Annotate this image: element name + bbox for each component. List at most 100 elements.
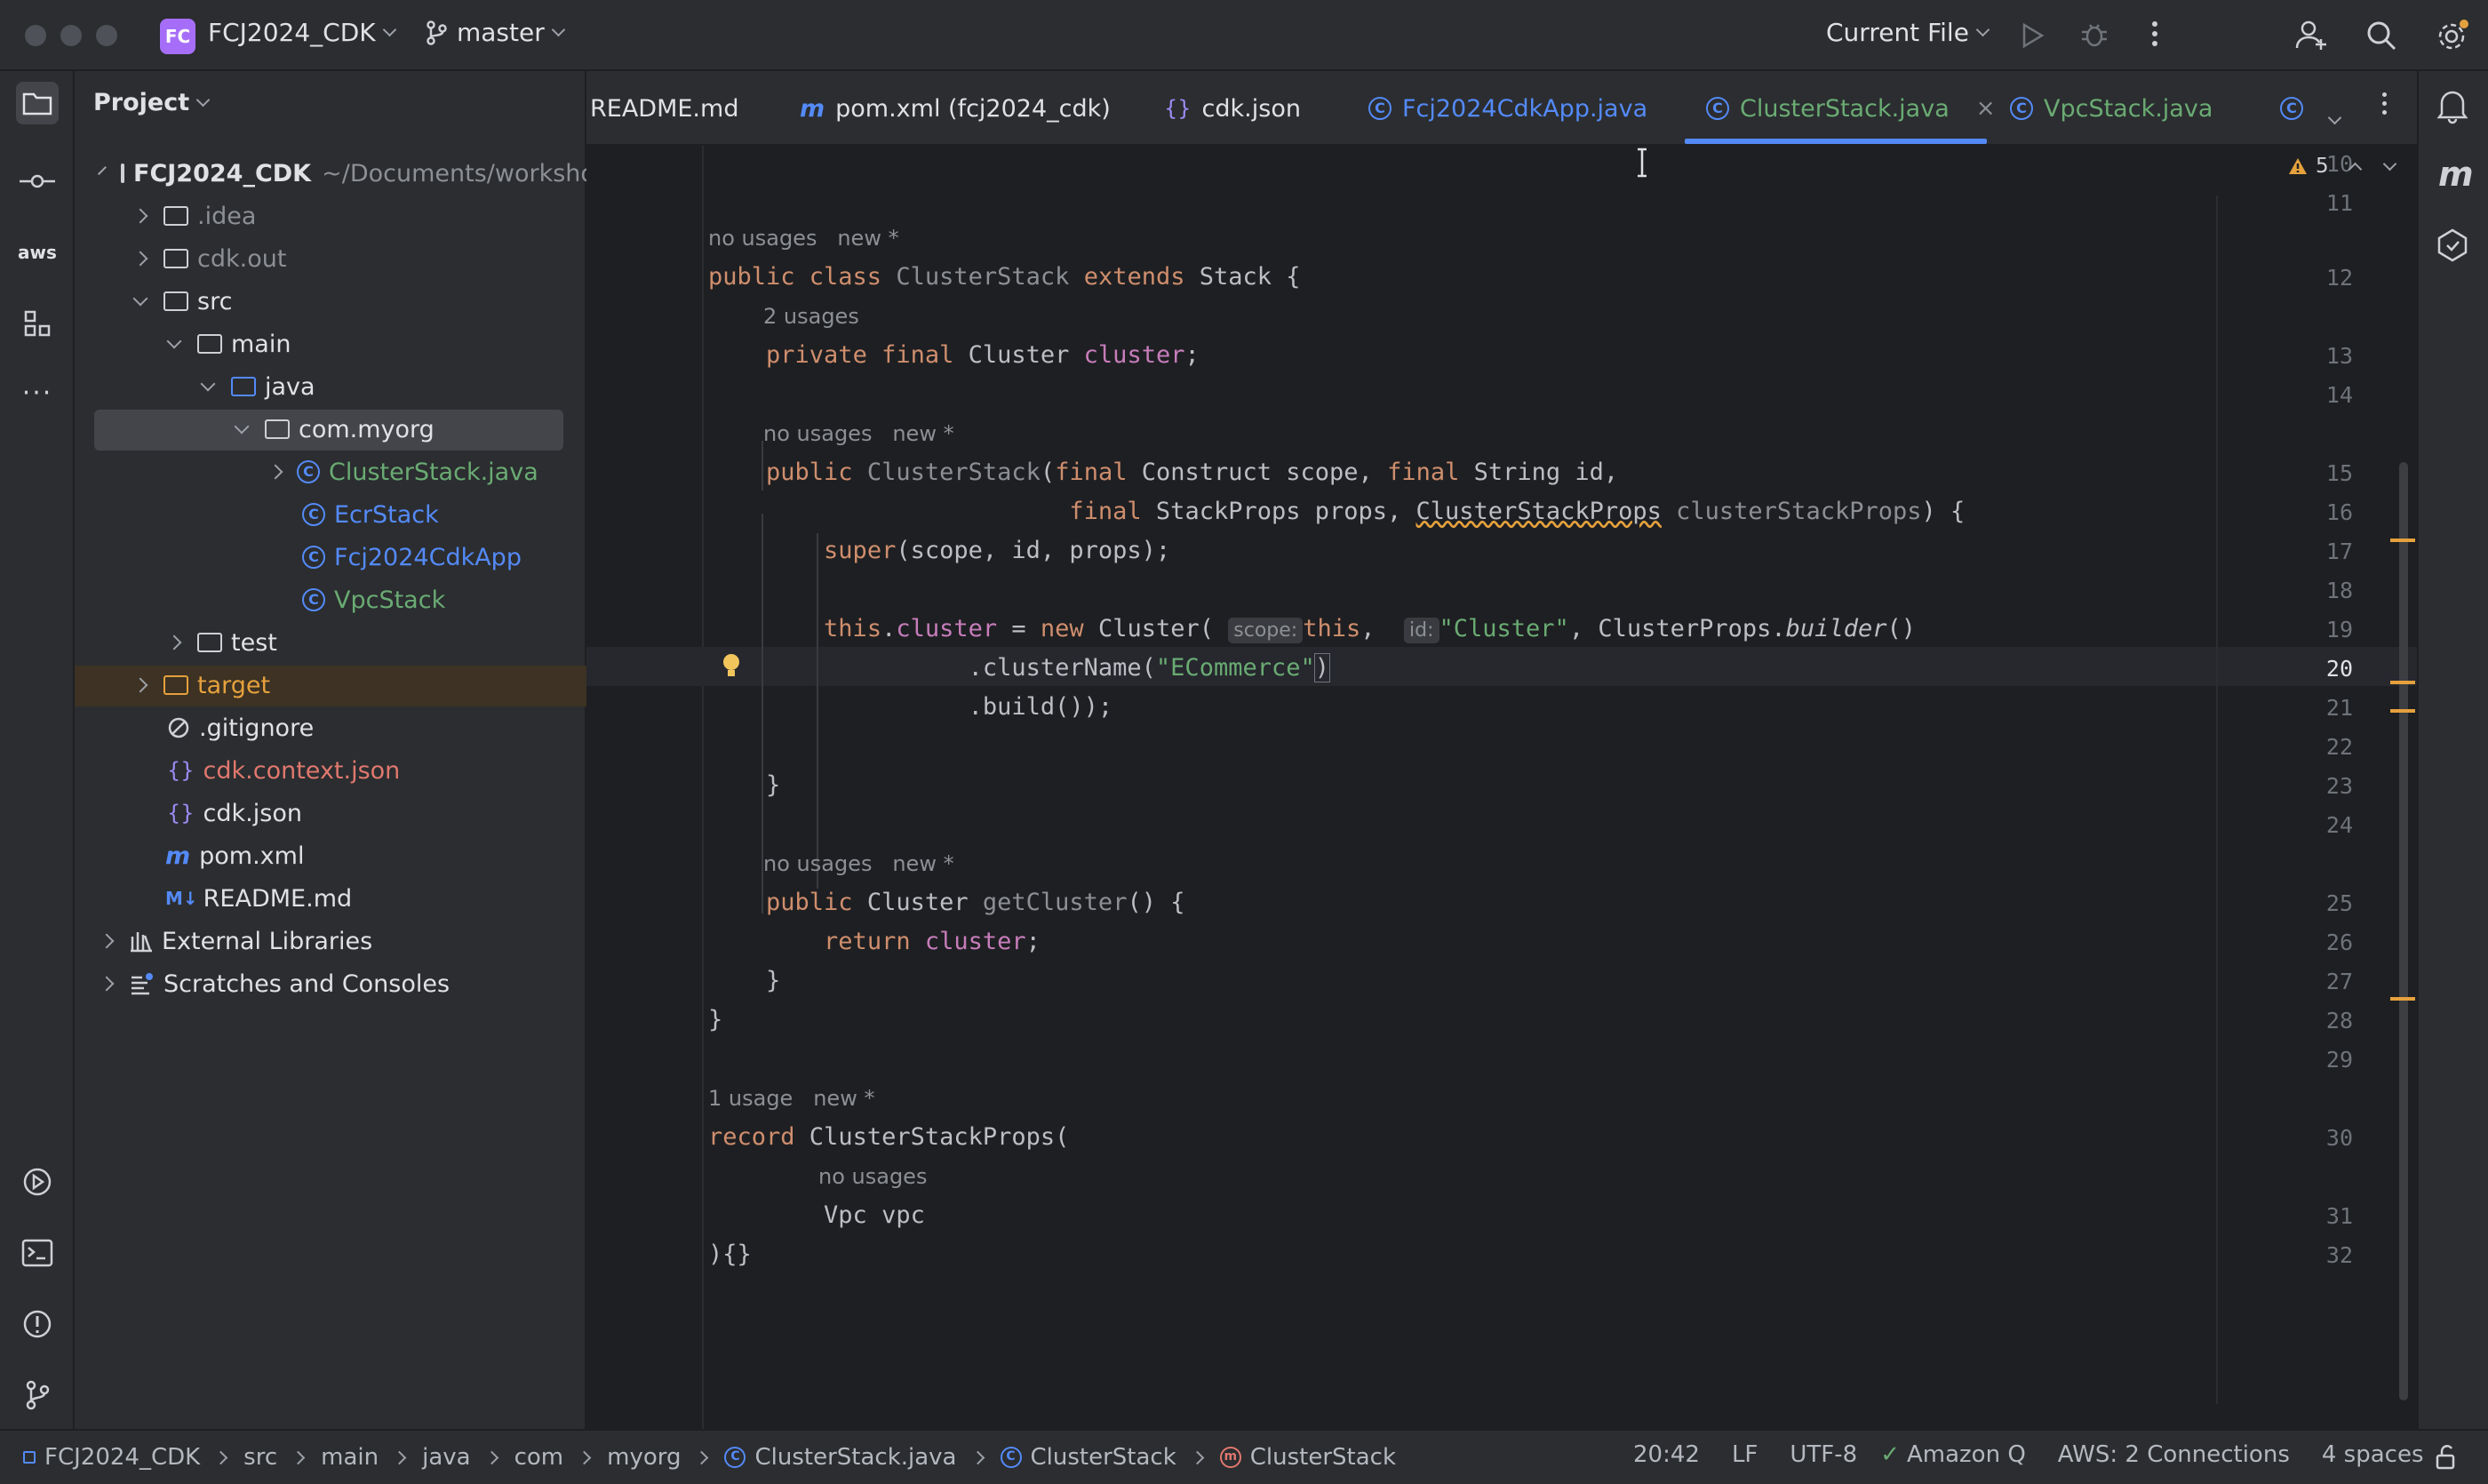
minimize-window-button[interactable] bbox=[60, 25, 82, 46]
tree-item-external-libraries[interactable]: External Libraries bbox=[75, 920, 586, 962]
aws-icon: aws bbox=[18, 242, 57, 263]
branch-selector[interactable]: master bbox=[425, 18, 566, 47]
usage-hint[interactable]: no usages new * bbox=[763, 421, 954, 446]
breadcrumb-item[interactable]: C ClusterStack bbox=[1000, 1444, 1176, 1471]
more-menu-icon[interactable] bbox=[2150, 21, 2159, 46]
maven-tool-button[interactable]: m bbox=[2438, 155, 2474, 194]
tree-item-root[interactable]: FCJ2024_CDK ~/Documents/workshop bbox=[75, 152, 586, 195]
problems-tool-button[interactable] bbox=[16, 1303, 59, 1345]
tree-item-vpc-stack[interactable]: C VpcStack bbox=[75, 578, 586, 621]
warning-marker[interactable] bbox=[2390, 539, 2415, 542]
usage-hint[interactable]: no usages new * bbox=[763, 851, 954, 876]
aws-connections[interactable]: AWS: 2 Connections bbox=[2058, 1441, 2290, 1468]
amazon-q-status[interactable]: ✓ Amazon Q bbox=[1880, 1441, 2026, 1468]
project-selector[interactable]: FCJ2024_CDK bbox=[208, 18, 396, 47]
tab-app[interactable]: C Fcj2024CdkApp.java bbox=[1368, 71, 1647, 144]
more-tools-button[interactable]: ··· bbox=[16, 371, 59, 414]
git-tool-button[interactable] bbox=[16, 1374, 59, 1416]
code-line: this.cluster = new Cluster( scope: this, … bbox=[824, 615, 1916, 643]
tree-item-cdk-out[interactable]: cdk.out bbox=[75, 237, 586, 280]
line-separator[interactable]: LF bbox=[1732, 1441, 1758, 1468]
breadcrumb-item[interactable]: main bbox=[321, 1444, 379, 1471]
warning-marker[interactable] bbox=[2390, 997, 2415, 1001]
breadcrumb-item[interactable]: myorg bbox=[607, 1444, 681, 1471]
next-highlight-icon[interactable] bbox=[2382, 156, 2396, 171]
tab-overflow-partial[interactable]: C bbox=[2280, 71, 2307, 144]
breadcrumb-item[interactable]: C ClusterStack.java bbox=[724, 1444, 957, 1471]
tab-cluster-stack[interactable]: C ClusterStack.java × bbox=[1706, 71, 1996, 144]
debug-icon[interactable] bbox=[2079, 20, 2109, 50]
tabs-dropdown[interactable] bbox=[2327, 101, 2342, 129]
caret-position[interactable]: 20:42 bbox=[1633, 1441, 1700, 1468]
tree-item-label: Scratches and Consoles bbox=[163, 969, 451, 998]
maximize-window-button[interactable] bbox=[96, 25, 117, 46]
tree-item-target[interactable]: target bbox=[75, 664, 586, 706]
tree-item-scratches[interactable]: Scratches and Consoles bbox=[75, 962, 586, 1005]
file-encoding[interactable]: UTF-8 bbox=[1790, 1441, 1857, 1468]
tree-item-src[interactable]: src bbox=[75, 280, 586, 323]
tab-pom[interactable]: m pom.xml (fcj2024_cdk) bbox=[800, 71, 1111, 144]
usage-hint[interactable]: no usages new * bbox=[708, 226, 899, 251]
aws-toolkit-button[interactable]: aws bbox=[16, 231, 59, 274]
tree-item-label: cdk.context.json bbox=[203, 756, 401, 785]
previous-highlight-icon[interactable] bbox=[2348, 162, 2362, 176]
line-number: 11 bbox=[2325, 190, 2353, 216]
run-config-selector[interactable]: Current File bbox=[1826, 18, 1990, 47]
breadcrumb-item[interactable]: m ClusterStack bbox=[1219, 1444, 1396, 1471]
tree-item-idea[interactable]: .idea bbox=[75, 195, 586, 237]
close-window-button[interactable] bbox=[25, 25, 46, 46]
indent-setting[interactable]: 4 spaces bbox=[2322, 1441, 2424, 1468]
breadcrumb-item[interactable]: FCJ2024_CDK bbox=[23, 1444, 200, 1471]
line-number: 13 bbox=[2325, 343, 2353, 369]
tab-readme[interactable]: README.md bbox=[590, 71, 738, 144]
tree-item-ecr-stack[interactable]: C EcrStack bbox=[75, 493, 586, 536]
tree-item-package[interactable]: com.myorg bbox=[75, 408, 586, 451]
project-panel-header[interactable]: Project bbox=[93, 89, 211, 116]
code-line: return cluster; bbox=[824, 928, 1041, 955]
tree-item-java[interactable]: java bbox=[75, 365, 586, 408]
services-tool-button[interactable] bbox=[16, 1161, 59, 1203]
usage-hint[interactable]: 2 usages bbox=[763, 304, 859, 329]
tree-item-test[interactable]: test bbox=[75, 621, 586, 664]
inspection-widget[interactable]: 5 bbox=[2287, 155, 2396, 178]
tree-item-cdk-json[interactable]: {} cdk.json bbox=[75, 792, 586, 834]
tree-item-app[interactable]: C Fcj2024CdkApp bbox=[75, 536, 586, 578]
warning-marker[interactable] bbox=[2390, 681, 2415, 684]
tree-item-label: target bbox=[197, 671, 271, 699]
lightbulb-icon[interactable] bbox=[722, 652, 741, 679]
amazon-q-icon[interactable] bbox=[2435, 227, 2470, 263]
settings-gear-icon[interactable] bbox=[2435, 18, 2470, 53]
commit-icon bbox=[20, 174, 55, 188]
terminal-tool-button[interactable] bbox=[16, 1232, 59, 1274]
commit-tool-button[interactable] bbox=[16, 160, 59, 203]
usage-hint[interactable]: 1 usage new * bbox=[708, 1086, 874, 1111]
breadcrumb-separator-icon bbox=[213, 1450, 228, 1464]
tab-cdk-json[interactable]: {} cdk.json bbox=[1164, 71, 1301, 144]
close-tab-icon[interactable]: × bbox=[1976, 95, 1996, 122]
search-icon[interactable] bbox=[2365, 20, 2397, 52]
tree-item-readme[interactable]: M↓ README.md bbox=[75, 877, 586, 920]
warning-marker[interactable] bbox=[2390, 709, 2415, 713]
tree-item-pom[interactable]: m pom.xml bbox=[75, 834, 586, 877]
read-only-toggle-icon[interactable] bbox=[2435, 1445, 2458, 1470]
breadcrumb-item[interactable]: com bbox=[514, 1444, 564, 1471]
add-user-icon[interactable] bbox=[2294, 18, 2330, 53]
tree-item-cluster-stack[interactable]: C ClusterStack.java bbox=[75, 451, 586, 493]
editor-scrollbar[interactable] bbox=[2399, 462, 2408, 1400]
breadcrumb-item[interactable]: src bbox=[243, 1444, 277, 1471]
run-icon[interactable] bbox=[2019, 21, 2045, 50]
tree-item-main[interactable]: main bbox=[75, 323, 586, 365]
notifications-bell-icon[interactable] bbox=[2436, 89, 2468, 124]
usage-hint[interactable]: no usages bbox=[818, 1164, 927, 1189]
tab-vpc-stack[interactable]: C VpcStack.java bbox=[2010, 71, 2213, 144]
tab-options-icon[interactable] bbox=[2380, 92, 2388, 115]
project-tool-button[interactable] bbox=[16, 82, 59, 124]
tree-item-cdk-context[interactable]: {} cdk.context.json bbox=[75, 749, 586, 792]
class-icon: C bbox=[2010, 97, 2033, 120]
structure-tool-button[interactable] bbox=[16, 302, 59, 345]
tree-item-label: External Libraries bbox=[162, 927, 373, 955]
expand-arrow-icon bbox=[200, 376, 216, 392]
code-editor[interactable]: 10 11 12 13 14 15 16 17 18 19 20 21 22 2… bbox=[586, 146, 2417, 1429]
tree-item-gitignore[interactable]: .gitignore bbox=[75, 706, 586, 749]
breadcrumb-item[interactable]: java bbox=[422, 1444, 470, 1471]
